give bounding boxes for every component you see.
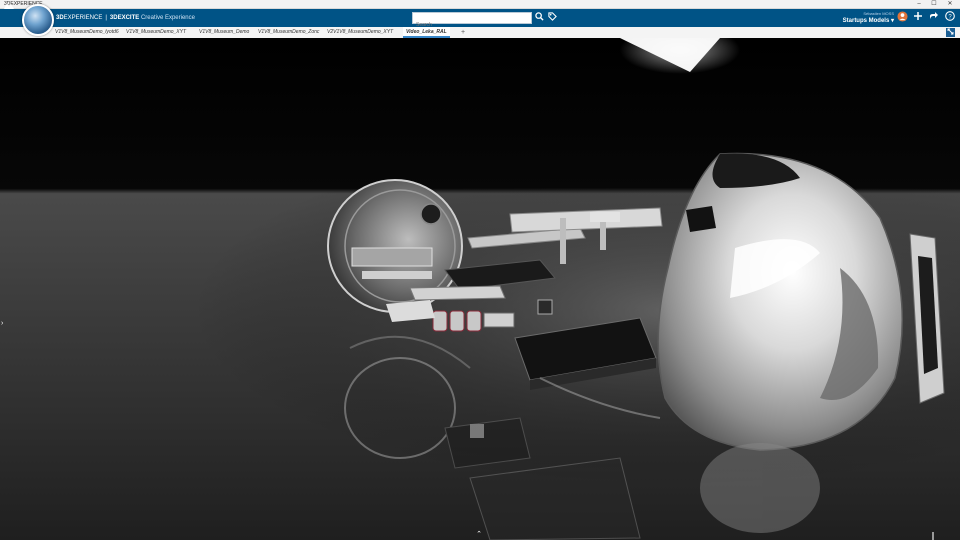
maximize-button[interactable]: ☐ xyxy=(927,0,941,8)
brand-title: 3DEXPERIENCE | 3DEXCITE Creative Experienc… xyxy=(56,9,195,27)
exploded-robot-scene xyxy=(0,38,960,540)
top-bar: 3DEXPERIENCE | 3DEXCITE Creative Experienc… xyxy=(0,9,960,30)
window-title-bar: 3DEXPERIENCE – ☐ ✕ xyxy=(0,0,960,9)
bottom-panel-handle[interactable]: ⌃ xyxy=(474,530,484,538)
help-icon[interactable]: ? xyxy=(944,11,956,25)
user-name: Sébastien MOSS xyxy=(863,11,894,16)
search-box[interactable] xyxy=(412,12,532,30)
share-icon[interactable] xyxy=(928,11,940,25)
tab-lyotd6[interactable]: V1V8_MuseumDemo_lyotd6 xyxy=(52,27,122,38)
side-panel-handle[interactable]: › xyxy=(1,320,7,328)
tab-v2-museumdemo-xyt[interactable]: V2V1V8_MuseumDemo_XYT xyxy=(324,27,396,38)
add-tab-button[interactable]: + xyxy=(461,27,465,38)
app-logo-icon xyxy=(3,2,15,12)
close-button[interactable]: ✕ xyxy=(943,0,957,8)
app-name: Creative Experience xyxy=(140,15,195,21)
tab-museumdemo-xyt[interactable]: V1V8_MuseumDemo_XYT xyxy=(123,27,189,38)
brand-separator: | xyxy=(105,15,107,21)
user-menu[interactable]: Sébastien MOSS Startups Models ▾ xyxy=(830,10,894,26)
tab-museumdemo-zonc[interactable]: V1V8_MuseumDemo_Zonc xyxy=(255,27,322,38)
user-avatar-icon[interactable] xyxy=(896,11,908,25)
workspace-selector[interactable]: Startups Models ▾ xyxy=(830,17,894,26)
tab-video-leka-ral[interactable]: Video_Leka_RAL xyxy=(403,27,450,38)
brand-prefix: 3D xyxy=(56,15,64,21)
compass-icon[interactable] xyxy=(22,4,54,36)
expand-icon[interactable] xyxy=(946,28,955,37)
tag-icon[interactable] xyxy=(547,12,557,24)
brand-name: EXPERIENCE xyxy=(63,15,103,21)
add-icon[interactable] xyxy=(912,11,924,25)
axis-compass-icon[interactable] xyxy=(922,528,944,540)
search-icon[interactable] xyxy=(534,12,544,24)
tab-museum-demo[interactable]: V1V8_Museum_Demo xyxy=(196,27,252,38)
3d-viewport[interactable]: › xyxy=(0,38,960,540)
product-name: 3DEXCITE xyxy=(109,15,140,21)
minimize-button[interactable]: – xyxy=(912,0,926,8)
